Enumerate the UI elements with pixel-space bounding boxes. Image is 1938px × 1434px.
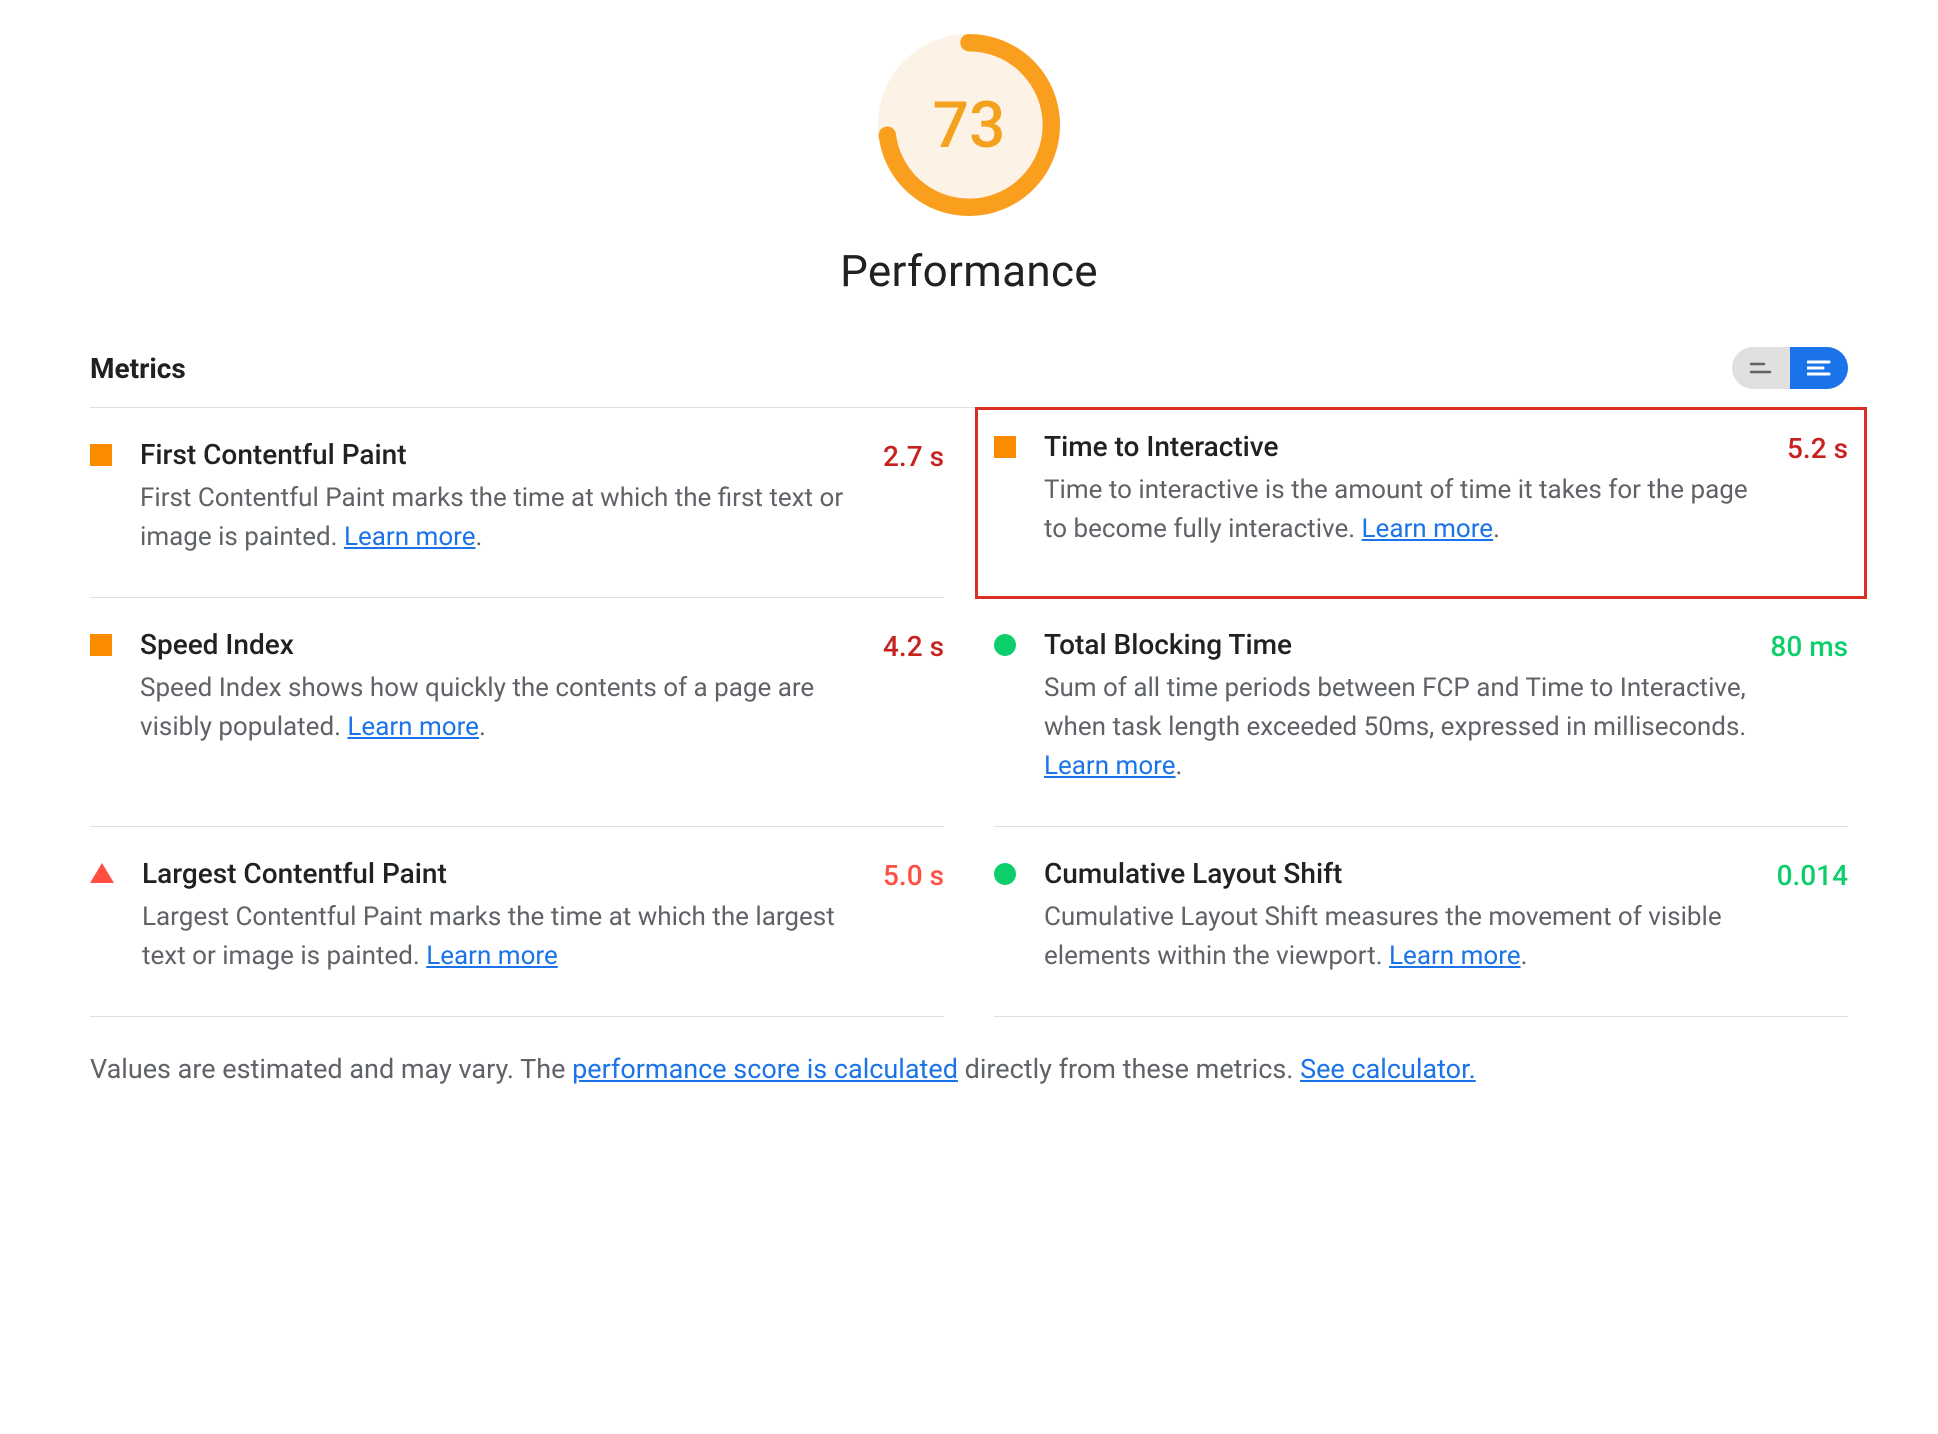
expanded-view-button[interactable] [1790, 347, 1848, 389]
average-square-icon [90, 444, 112, 466]
compact-view-button[interactable] [1732, 347, 1790, 389]
pass-circle-icon [994, 863, 1016, 885]
metric-fcp: First Contentful Paint First Contentful P… [90, 408, 944, 598]
learn-more-link[interactable]: Learn more [347, 712, 479, 742]
metric-description: Largest Contentful Paint marks the time … [142, 898, 863, 976]
metric-description: Time to interactive is the amount of tim… [1044, 471, 1767, 549]
footnote-text: Values are estimated and may vary. The [90, 1053, 572, 1085]
metric-title: Speed Index [140, 628, 863, 661]
metrics-heading: Metrics [90, 352, 186, 385]
metric-title: Largest Contentful Paint [142, 857, 863, 890]
metric-value: 0.014 [1777, 859, 1848, 892]
metric-value: 5.0 s [883, 859, 944, 892]
metric-title: Total Blocking Time [1044, 628, 1750, 661]
metric-description: Sum of all time periods between FCP and … [1044, 669, 1750, 786]
metric-title: First Contentful Paint [140, 438, 863, 471]
fail-triangle-icon [90, 863, 114, 883]
metric-cls: Cumulative Layout Shift Cumulative Layout… [994, 827, 1848, 1017]
metric-value: 80 ms [1770, 630, 1848, 663]
score-value: 73 [874, 30, 1064, 220]
view-toggle [1732, 347, 1848, 389]
score-title: Performance [90, 245, 1848, 297]
learn-more-link[interactable]: Learn more [344, 522, 476, 552]
metric-si: Speed Index Speed Index shows how quickly… [90, 598, 944, 827]
footnote: Values are estimated and may vary. The p… [90, 1049, 1848, 1090]
learn-more-link[interactable]: Learn more [426, 941, 558, 971]
footnote-text-2: directly from these metrics. [958, 1053, 1300, 1085]
average-square-icon [90, 634, 112, 656]
metric-lcp: Largest Contentful Paint Largest Contentf… [90, 827, 944, 1017]
metric-description: Speed Index shows how quickly the conten… [140, 669, 863, 747]
metric-title: Time to Interactive [1044, 430, 1767, 463]
metric-title: Cumulative Layout Shift [1044, 857, 1757, 890]
expanded-lines-icon [1807, 360, 1831, 376]
metric-tti: Time to Interactive Time to interactive i… [976, 408, 1866, 598]
metric-description: First Contentful Paint marks the time at… [140, 479, 863, 557]
metric-description: Cumulative Layout Shift measures the mov… [1044, 898, 1757, 976]
metric-value: 2.7 s [883, 440, 944, 473]
learn-more-link[interactable]: Learn more [1044, 751, 1176, 781]
learn-more-link[interactable]: Learn more [1362, 514, 1494, 544]
metric-tbt: Total Blocking Time Sum of all time perio… [994, 598, 1848, 827]
compact-lines-icon [1750, 361, 1772, 375]
learn-more-link[interactable]: Learn more [1389, 941, 1521, 971]
see-calculator-link[interactable]: See calculator. [1300, 1053, 1476, 1085]
pass-circle-icon [994, 634, 1016, 656]
score-gauge-section: 73 Performance [90, 30, 1848, 297]
score-gauge: 73 [874, 30, 1064, 220]
average-square-icon [994, 436, 1016, 458]
metric-value: 4.2 s [883, 630, 944, 663]
metric-value: 5.2 s [1787, 432, 1848, 465]
calc-link[interactable]: performance score is calculated [572, 1053, 958, 1085]
